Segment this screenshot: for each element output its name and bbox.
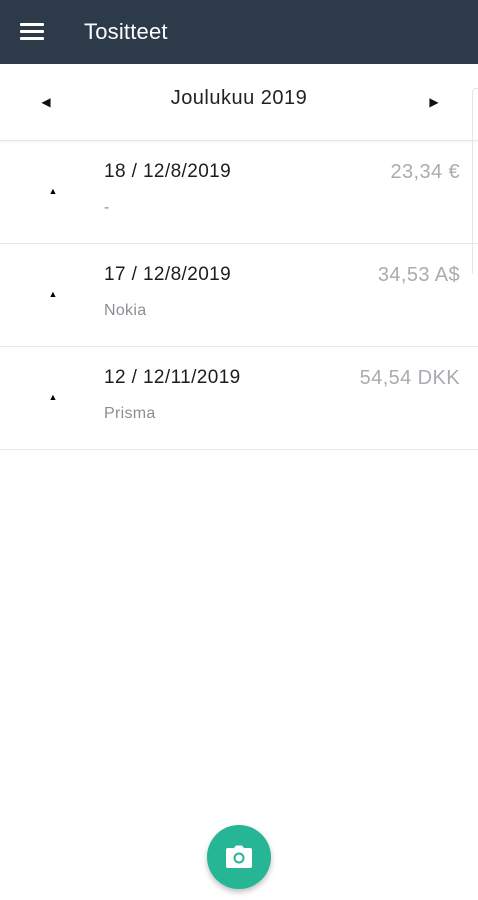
receipt-amount: 54,54 DKK [359, 367, 460, 389]
receipt-reference: 12 / 12/11/2019 [104, 367, 241, 388]
receipt-list: ▲ 18 / 12/8/2019 - 23,34 € ▲ 17 / 12/8/2… [0, 140, 478, 450]
receipt-row[interactable]: ▲ 12 / 12/11/2019 Prisma 54,54 DKK [0, 347, 478, 450]
expand-toggle-button[interactable]: ▲ [38, 385, 68, 409]
camera-button[interactable] [207, 825, 271, 889]
receipt-reference: 17 / 12/8/2019 [104, 264, 232, 285]
receipt-merchant: Nokia [104, 302, 147, 319]
camera-icon [226, 845, 252, 868]
receipt-merchant: Prisma [104, 405, 156, 422]
receipt-row[interactable]: ▲ 18 / 12/8/2019 - 23,34 € [0, 140, 478, 244]
receipt-merchant: - [104, 199, 110, 216]
app-screen: Tositteet Joulukuu 2019 ◀ ▶ ▲ 18 / 12/8/… [0, 0, 478, 900]
caret-left-icon: ◀ [41, 95, 51, 109]
receipt-amount: 23,34 € [390, 161, 460, 183]
month-selector: Joulukuu 2019 ◀ ▶ [0, 64, 478, 140]
receipt-row[interactable]: ▲ 17 / 12/8/2019 Nokia 34,53 A$ [0, 244, 478, 347]
caret-right-icon: ▶ [429, 95, 439, 109]
app-bar: Tositteet [0, 0, 478, 64]
expand-toggle-button[interactable]: ▲ [38, 282, 68, 306]
caret-up-icon: ▲ [48, 392, 58, 402]
hamburger-menu-icon [20, 23, 44, 41]
caret-up-icon: ▲ [48, 186, 58, 196]
month-label: Joulukuu 2019 [170, 86, 308, 109]
menu-button[interactable] [0, 0, 64, 64]
previous-month-button[interactable]: ◀ [24, 82, 68, 122]
receipt-amount: 34,53 A$ [377, 264, 460, 286]
caret-up-icon: ▲ [48, 289, 58, 299]
expand-toggle-button[interactable]: ▲ [38, 179, 68, 203]
page-title: Tositteet [84, 19, 168, 44]
next-month-button[interactable]: ▶ [412, 82, 456, 122]
receipt-reference: 18 / 12/8/2019 [104, 161, 232, 182]
